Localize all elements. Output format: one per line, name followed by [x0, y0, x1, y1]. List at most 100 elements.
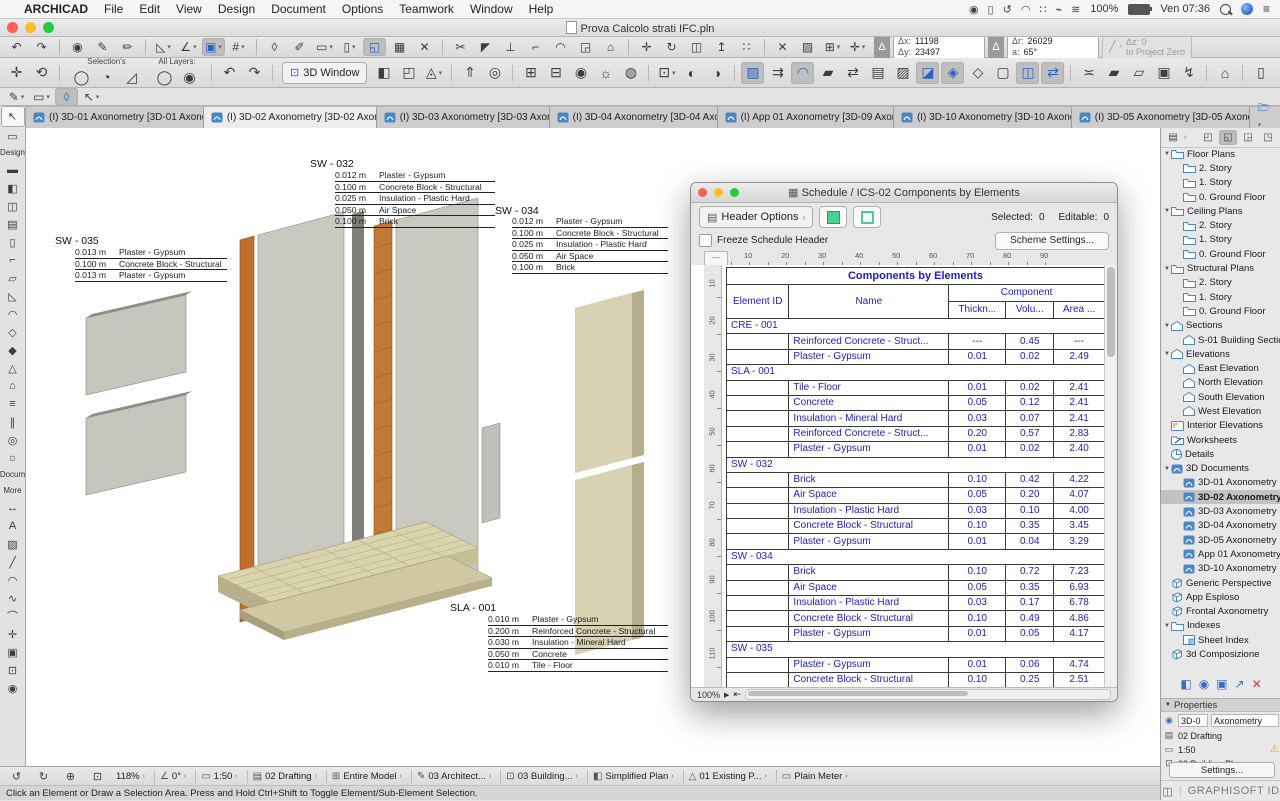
group-header-row[interactable]: SW - 034: [727, 549, 1105, 564]
table-cell[interactable]: Insulation - Mineral Hard: [789, 411, 949, 426]
publisher-button[interactable]: ◳: [1259, 130, 1277, 145]
table-cell[interactable]: [727, 657, 789, 672]
fit-selection-icon[interactable]: ≍: [1077, 62, 1100, 84]
send-changes-icon[interactable]: ↗: [1235, 677, 1245, 691]
table-cell[interactable]: Plaster - Gypsum: [789, 349, 949, 364]
table-cell[interactable]: 0.42: [1006, 472, 1054, 487]
fit-zone-icon[interactable]: ▰: [1102, 62, 1125, 84]
tree-expand-arrow[interactable]: ▼: [1163, 208, 1171, 214]
table-cell[interactable]: 0.01: [949, 349, 1006, 364]
table-cell[interactable]: Concrete: [789, 395, 949, 410]
camera-tool-icon[interactable]: ◉: [2, 679, 24, 697]
mirror-icon[interactable]: ◫: [685, 38, 708, 56]
lamp-tool-icon[interactable]: ☼: [2, 449, 24, 467]
table-cell[interactable]: 0.01: [949, 534, 1006, 549]
sun-settings-icon[interactable]: ☼: [594, 62, 617, 84]
schedule-zoom-level[interactable]: 100%: [697, 690, 720, 700]
tree-item-3d-04-axonometry[interactable]: 3D-04 Axonometry: [1161, 519, 1280, 533]
table-cell[interactable]: 0.07: [1006, 411, 1054, 426]
door-tool-icon[interactable]: ◧: [2, 179, 24, 197]
table-cell[interactable]: 0.35: [1006, 519, 1054, 534]
elevate-icon[interactable]: ↥: [710, 38, 733, 56]
tree-item-3d-03-axonometry[interactable]: 3D-03 Axonometry: [1161, 504, 1280, 518]
table-cell[interactable]: Brick: [789, 565, 949, 580]
table-cell[interactable]: 2.83: [1054, 426, 1105, 441]
table-cell[interactable]: 6.78: [1054, 596, 1105, 611]
quick-option-pen-set[interactable]: ✎03 Architect...›: [417, 771, 491, 782]
tree-item-0-ground-floor[interactable]: 0. Ground Floor: [1161, 247, 1280, 261]
beam-tool-icon[interactable]: ⌐: [2, 251, 24, 269]
quick-option-dimensions-standard[interactable]: ▭Plain Meter›: [782, 771, 848, 782]
selection-drop-icon[interactable]: ◔: [95, 66, 118, 88]
selection-oval-icon[interactable]: ◯: [70, 66, 93, 88]
group-header-row[interactable]: SLA - 001: [727, 365, 1105, 380]
tree-item-elevations[interactable]: ▼Elevations: [1161, 347, 1280, 361]
table-cell[interactable]: Volu...: [1006, 302, 1054, 319]
railing-tool-icon[interactable]: ∥: [2, 413, 24, 431]
table-cell[interactable]: Components by Elements: [727, 268, 1105, 285]
table-cell[interactable]: 0.05: [949, 488, 1006, 503]
measure-icon[interactable]: ◺: [152, 38, 175, 56]
tree-item-1-story[interactable]: 1. Story: [1161, 290, 1280, 304]
notification-center-icon[interactable]: ≡: [1263, 2, 1270, 16]
table-cell[interactable]: 0.17: [1006, 596, 1054, 611]
scheme-settings-button[interactable]: Scheme Settings...: [995, 232, 1109, 250]
table-cell[interactable]: 0.10: [949, 611, 1006, 626]
app-menu[interactable]: ARCHICAD: [24, 2, 88, 16]
grid-tool-icon[interactable]: ⊞: [821, 38, 844, 56]
table-cell[interactable]: 0.45: [1006, 334, 1054, 349]
tab-overflow-button[interactable]: 🗁▾: [1250, 107, 1280, 128]
table-cell[interactable]: Area ...: [1054, 302, 1105, 319]
reference-lines-icon[interactable]: ⇄: [841, 62, 864, 84]
new-folder-icon[interactable]: ▣: [1216, 677, 1227, 691]
tree-item-s-01-building-section[interactable]: S-01 Building Section: [1161, 333, 1280, 347]
tree-expand-arrow[interactable]: ▼: [1163, 266, 1171, 272]
tree-item-west-elevation[interactable]: West Elevation: [1161, 404, 1280, 418]
tree-item-2-story[interactable]: 2. Story: [1161, 276, 1280, 290]
schedule-zoom-menu-icon[interactable]: ▶: [724, 691, 729, 699]
tree-item-3d-05-axonometry[interactable]: 3D-05 Axonometry: [1161, 533, 1280, 547]
camera-path-icon[interactable]: ◉: [569, 62, 592, 84]
slab-tool-icon[interactable]: ▱: [2, 269, 24, 287]
group-header-row[interactable]: CRE - 001: [727, 319, 1105, 334]
table-cell[interactable]: 4.17: [1054, 626, 1105, 641]
tree-item-north-elevation[interactable]: North Elevation: [1161, 376, 1280, 390]
tree-item-frontal-axonometry[interactable]: Frontal Axonometry: [1161, 605, 1280, 619]
explode-icon[interactable]: ✕: [413, 38, 436, 56]
orbit-icon[interactable]: ⟲: [30, 62, 53, 84]
table-cell[interactable]: [727, 395, 789, 410]
tracker-ra-fields[interactable]: Δr:26029 a:65°: [1007, 34, 1099, 60]
menu-window[interactable]: Window: [470, 2, 513, 16]
components-table[interactable]: Components by ElementsElement IDNameComp…: [726, 267, 1105, 688]
quick-option-renovation-filter[interactable]: △01 Existing P...›: [689, 771, 767, 782]
tab-6[interactable]: (I) 3D-10 Axonometry [3D-10 Axono...: [894, 107, 1072, 128]
table-cell[interactable]: [727, 626, 789, 641]
eraser-mode-icon[interactable]: ◊: [55, 88, 78, 106]
split-cells-button[interactable]: [853, 206, 881, 228]
table-cell[interactable]: [727, 580, 789, 595]
arrow-tool-icon[interactable]: ↖: [1, 106, 25, 127]
graphisoft-id-logo[interactable]: GRAPHISOFT ID: [1188, 785, 1280, 797]
tree-expand-arrow[interactable]: ▼: [1163, 623, 1171, 629]
tree-item-interior-elevations[interactable]: Interior Elevations: [1161, 419, 1280, 433]
tree-item-worksheets[interactable]: Worksheets: [1161, 433, 1280, 447]
schedule-table-area[interactable]: 102030405060708090100110 Components by E…: [691, 265, 1105, 687]
eraser-icon[interactable]: ◊: [263, 38, 286, 56]
intersect-icon[interactable]: ⌐: [524, 38, 547, 56]
table-cell[interactable]: 4.74: [1054, 657, 1105, 672]
explore-model-icon[interactable]: ⇑: [458, 62, 481, 84]
selection-corner-icon[interactable]: ◿: [120, 66, 143, 88]
table-cell[interactable]: 0.10: [949, 519, 1006, 534]
cloud-icon[interactable]: ◠: [1021, 3, 1031, 16]
suspend-groups-icon[interactable]: ◱: [363, 38, 386, 56]
3d-cutting-planes-icon[interactable]: ◰: [397, 62, 420, 84]
table-cell[interactable]: 2.51: [1054, 672, 1105, 687]
arc-tool-icon[interactable]: ◠: [2, 571, 24, 589]
hatch-cover-icon[interactable]: ◪: [916, 62, 939, 84]
tab-4[interactable]: (I) 3D-04 Axonometry [3D-04 Axo...: [550, 107, 718, 128]
drag-icon[interactable]: ✛: [635, 38, 658, 56]
morph-tool-icon[interactable]: ◆: [2, 341, 24, 359]
marquee-tool-icon[interactable]: ▭: [2, 127, 24, 145]
view-name-field[interactable]: Axonometry: [1211, 714, 1279, 727]
perspective-view-icon[interactable]: ⊞: [519, 62, 542, 84]
